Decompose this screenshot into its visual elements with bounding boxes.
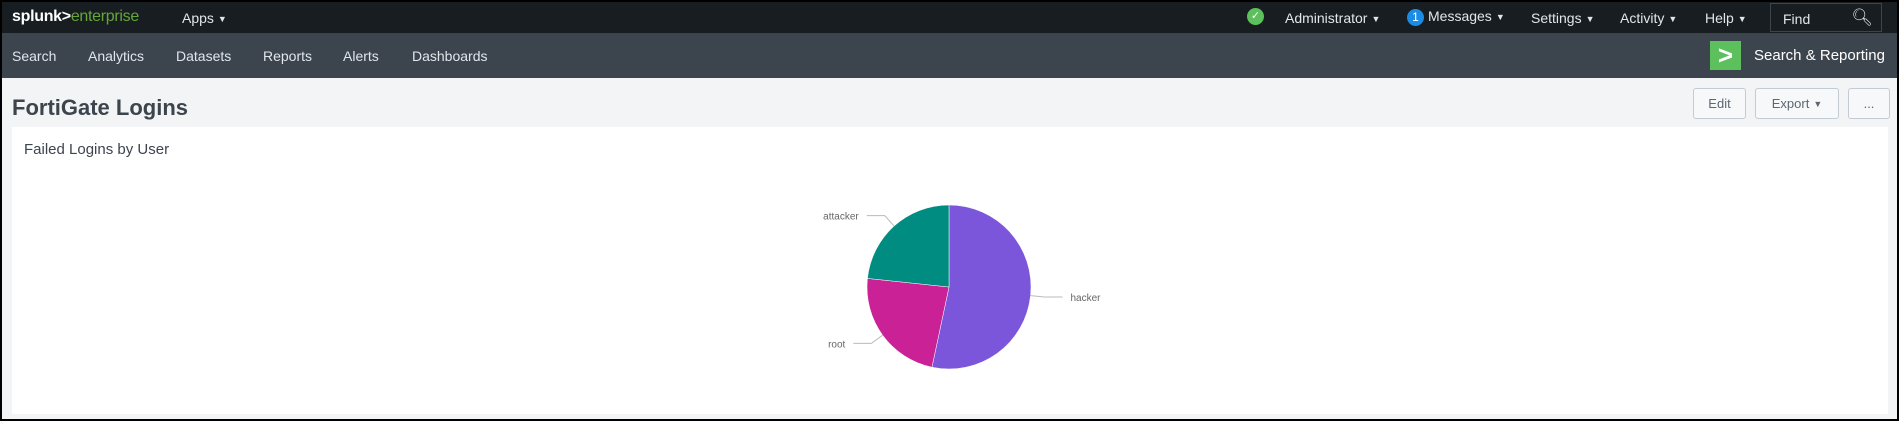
apps-menu[interactable]: Apps ▼	[182, 10, 227, 26]
pie-label-attacker: attacker	[823, 212, 859, 223]
leader-line	[853, 334, 883, 344]
more-button[interactable]: ...	[1848, 88, 1890, 119]
nav-search[interactable]: Search	[12, 48, 56, 64]
help-label: Help	[1705, 10, 1734, 26]
caret-down-icon: ▼	[1668, 14, 1678, 24]
splunk-window: splunk>enterprise Apps ▼ ✓ Administrator ▼…	[2, 2, 1897, 419]
caret-down-icon: ▼	[217, 14, 227, 24]
messages-menu[interactable]: 1 Messages ▼	[1407, 8, 1505, 26]
find-placeholder: Find	[1783, 11, 1811, 27]
health-check-icon[interactable]: ✓	[1247, 8, 1264, 25]
nav-dashboards[interactable]: Dashboards	[412, 48, 488, 64]
pie-label-hacker: hacker	[1070, 293, 1101, 304]
nav-analytics[interactable]: Analytics	[88, 48, 144, 64]
pie-slice-attacker[interactable]	[867, 204, 950, 288]
app-logo-icon: >	[1710, 41, 1741, 70]
administrator-label: Administrator	[1285, 10, 1368, 26]
search-icon[interactable]: 🔍︎	[1851, 8, 1873, 28]
caret-down-icon: ▼	[1495, 12, 1505, 22]
caret-down-icon: ▼	[1737, 14, 1747, 24]
administrator-menu[interactable]: Administrator ▼	[1285, 10, 1380, 26]
nav-alerts[interactable]: Alerts	[343, 48, 379, 64]
splunk-logo[interactable]: splunk>enterprise	[12, 8, 139, 26]
nav-reports[interactable]: Reports	[263, 48, 312, 64]
find-input[interactable]: Find 🔍︎	[1770, 3, 1882, 32]
pie-label-root: root	[828, 339, 845, 350]
leader-line	[1030, 295, 1063, 298]
panel-failed-logins: Failed Logins by User hacker root attacker	[12, 127, 1888, 414]
caret-down-icon: ▼	[1585, 14, 1595, 24]
dashboard-title: FortiGate Logins	[12, 95, 188, 120]
caret-down-icon: ▼	[1371, 14, 1381, 24]
settings-label: Settings	[1531, 10, 1582, 26]
help-menu[interactable]: Help ▼	[1705, 10, 1747, 26]
export-label: Export	[1771, 96, 1810, 111]
app-name: Search & Reporting	[1754, 47, 1885, 64]
pie-chart: hacker root attacker	[823, 204, 1101, 370]
messages-label: Messages	[1428, 8, 1492, 24]
top-bar: splunk>enterprise Apps ▼ ✓ Administrator ▼…	[2, 2, 1897, 33]
app-nav-bar: Search Analytics Datasets Reports Alerts…	[2, 33, 1897, 78]
apps-label: Apps	[182, 10, 214, 26]
leader-line	[866, 215, 895, 227]
caret-down-icon: ▼	[1813, 99, 1823, 109]
logo-sub: enterprise	[70, 8, 139, 25]
activity-label: Activity	[1620, 10, 1665, 26]
edit-button[interactable]: Edit	[1693, 88, 1746, 119]
logo-text: splunk>	[12, 8, 71, 25]
activity-menu[interactable]: Activity ▼	[1620, 10, 1677, 26]
nav-datasets[interactable]: Datasets	[176, 48, 231, 64]
messages-badge: 1	[1407, 9, 1424, 26]
settings-menu[interactable]: Settings ▼	[1531, 10, 1595, 26]
export-button[interactable]: Export ▼	[1755, 88, 1839, 119]
